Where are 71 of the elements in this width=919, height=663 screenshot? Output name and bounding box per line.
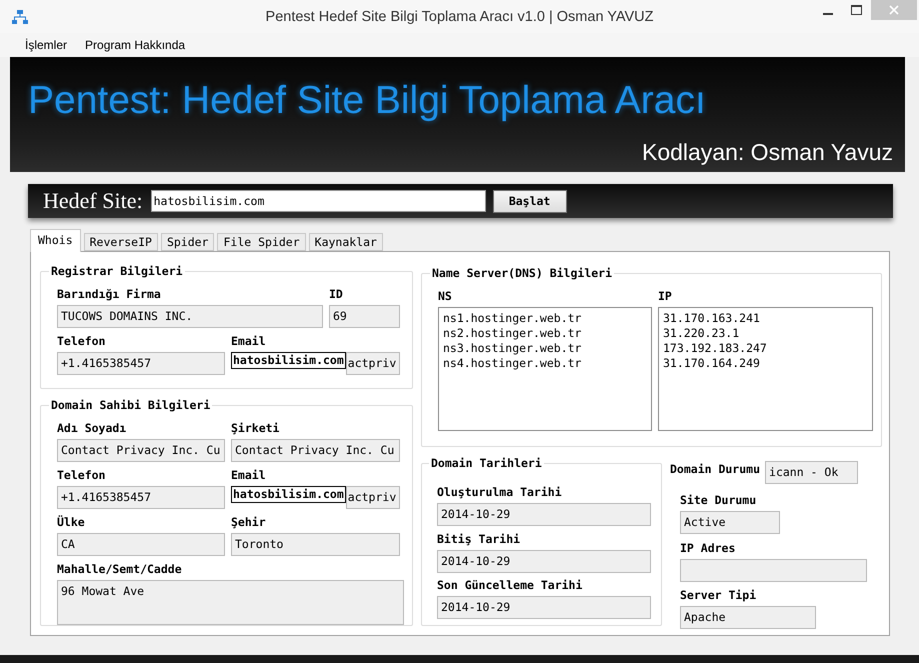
banner-title: Pentest: Hedef Site Bilgi Toplama Aracı <box>28 79 706 123</box>
target-label: Hedef Site: <box>43 188 143 214</box>
field-label: Barındığı Firma <box>57 286 161 302</box>
tab[interactable]: Whois <box>30 229 81 252</box>
field-label: Son Güncelleme Tarihi <box>437 577 582 593</box>
field-label: Domain Durumu <box>670 461 760 477</box>
list-item[interactable]: ns1.hostinger.web.tr <box>443 311 582 326</box>
field-label: Adı Soyadı <box>57 420 126 436</box>
list-item[interactable]: ns3.hostinger.web.tr <box>443 341 582 356</box>
email-field[interactable]: actpriv <box>346 486 400 509</box>
field-label: Oluşturulma Tarihi <box>437 484 562 500</box>
email-overlay-label: hatosbilisim.com <box>231 486 346 503</box>
column-label: NS <box>438 288 452 304</box>
list-item[interactable]: ns4.hostinger.web.tr <box>443 356 582 371</box>
field-label: Site Durumu <box>680 492 756 508</box>
company-field[interactable]: Contact Privacy Inc. Cu <box>231 439 400 462</box>
maximize-icon <box>850 5 862 15</box>
field-label: Bitiş Tarihi <box>437 531 520 547</box>
target-input[interactable]: hatosbilisim.com <box>150 190 486 212</box>
field-label: Telefon <box>57 333 106 349</box>
field-label: ID <box>329 286 343 302</box>
menu-item[interactable]: İşlemler <box>18 36 74 54</box>
group-title: Domain Tarihleri <box>430 456 543 470</box>
address-field[interactable]: 96 Mowat Ave <box>57 580 404 625</box>
date-field[interactable]: 2014-10-29 <box>437 550 651 573</box>
tab[interactable]: ReverseIP <box>84 233 158 251</box>
phone-field[interactable]: +1.4165385457 <box>57 352 225 375</box>
field-label: IP Adres <box>680 540 736 556</box>
field-label: Ülke <box>57 514 85 530</box>
list-item[interactable]: ns2.hostinger.web.tr <box>443 326 582 341</box>
tab[interactable]: Spider <box>160 233 214 251</box>
id-field[interactable]: 69 <box>329 305 400 328</box>
list-item[interactable]: 173.192.183.247 <box>663 341 767 356</box>
name-field[interactable]: Contact Privacy Inc. Cu <box>57 439 225 462</box>
country-field[interactable]: CA <box>57 533 225 556</box>
firm-field[interactable]: TUCOWS DOMAINS INC. <box>57 305 323 328</box>
field-label: Telefon <box>57 467 106 483</box>
email-overlay-label: hatosbilisim.com <box>231 352 346 369</box>
field-label: Şehir <box>231 514 266 530</box>
server-type-field[interactable]: Apache <box>680 606 816 629</box>
network-icon <box>12 8 28 24</box>
field-label: Email <box>231 333 266 349</box>
list-box[interactable]: ns1.hostinger.web.tr ns2.hostinger.web.tr ns3.hostinger.web.tr ns4.hostinger.web.tr <box>438 307 652 431</box>
list-box[interactable]: 31.170.163.241 31.220.23.1 173.192.183.247 31.170.164.249 <box>658 307 873 431</box>
group-title: Domain Sahibi Bilgileri <box>50 398 212 412</box>
start-button[interactable]: Başlat <box>492 190 567 212</box>
list-item[interactable]: 31.170.164.249 <box>663 356 760 371</box>
list-item[interactable]: 31.220.23.1 <box>663 326 740 341</box>
field-label: Mahalle/Semt/Cadde <box>57 561 182 577</box>
date-field[interactable]: 2014-10-29 <box>437 596 651 619</box>
list-item[interactable]: 31.170.163.241 <box>663 311 760 326</box>
author-credit: Kodlayan: Osman Yavuz <box>642 139 893 166</box>
field-label: Email <box>231 467 266 483</box>
tab[interactable]: File Spider <box>217 233 306 251</box>
field-label: Şirketi <box>231 420 280 436</box>
ip-address-field[interactable] <box>680 559 867 582</box>
city-field[interactable]: Toronto <box>231 533 400 556</box>
site-status-field[interactable]: Active <box>680 511 780 534</box>
group-title: Name Server(DNS) Bilgileri <box>431 266 614 280</box>
email-field[interactable]: actpriv <box>346 352 400 375</box>
domain-status-field[interactable]: icann - Ok <box>765 461 858 484</box>
close-icon <box>889 5 899 15</box>
minimize-icon <box>823 13 833 15</box>
window-title: Pentest Hedef Site Bilgi Toplama Aracı v1.0 | Osman YAVUZ <box>266 9 654 25</box>
tab[interactable]: Kaynaklar <box>308 233 383 251</box>
phone-field[interactable]: +1.4165385457 <box>57 486 225 509</box>
group-title: Registrar Bilgileri <box>50 264 184 278</box>
date-field[interactable]: 2014-10-29 <box>437 503 651 526</box>
menu-item[interactable]: Program Hakkında <box>78 36 192 54</box>
field-label: Server Tipi <box>680 587 756 603</box>
column-label: IP <box>658 288 672 304</box>
